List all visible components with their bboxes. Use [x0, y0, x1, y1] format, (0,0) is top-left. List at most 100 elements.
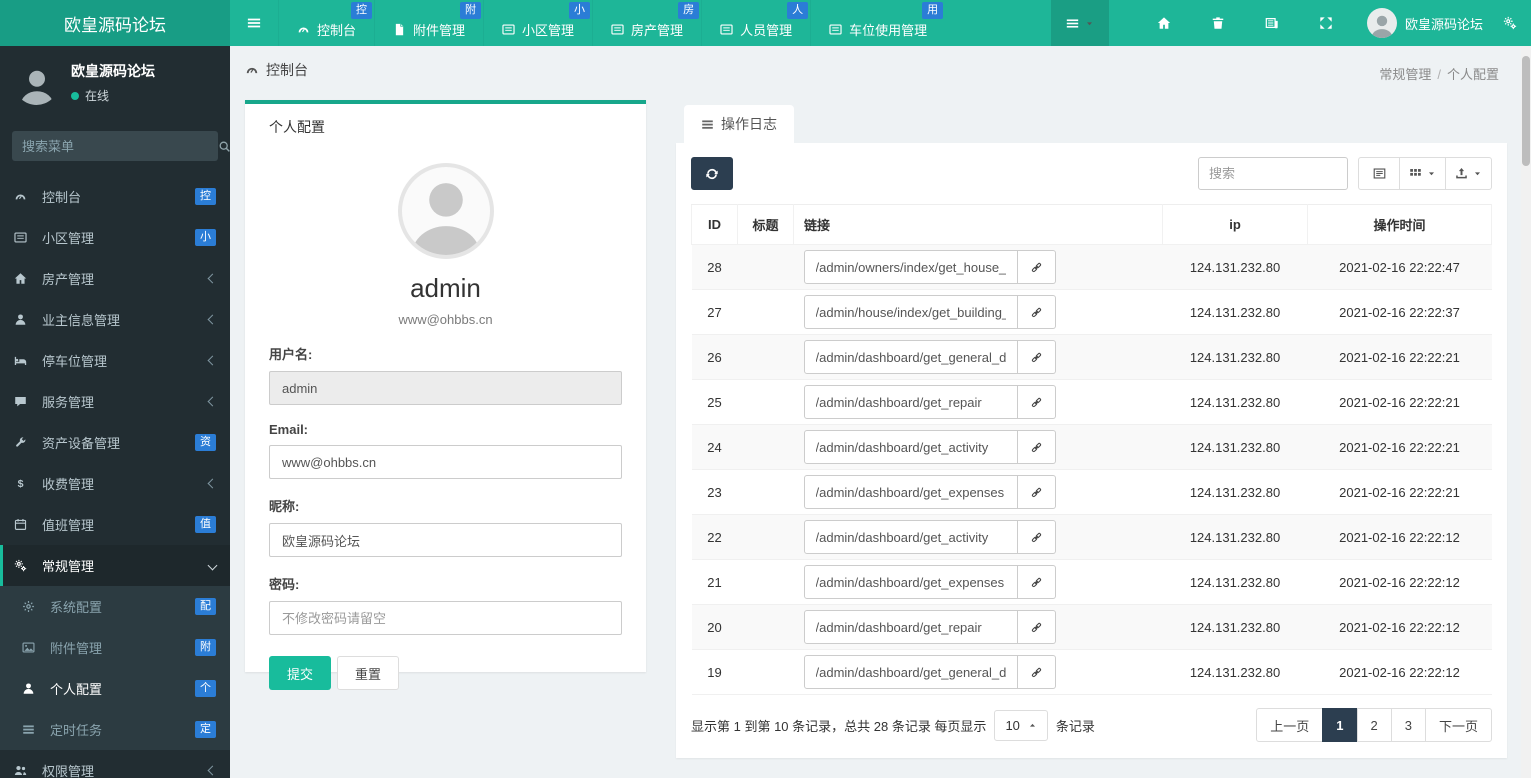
sidebar-collapse-toggle[interactable] — [230, 0, 278, 46]
topnav-badge: 用 — [922, 2, 944, 19]
next-page-button[interactable]: 下一页 — [1424, 708, 1492, 742]
table-row[interactable]: 25 124.131.232.802021-02-16 22:22:21 — [691, 379, 1492, 425]
tab-operation-log[interactable]: 操作日志 — [684, 105, 794, 143]
refresh-button[interactable] — [691, 157, 733, 190]
topnav-item-parking-usage[interactable]: 车位使用管理 用 — [810, 0, 945, 46]
url-input[interactable] — [803, 340, 1018, 374]
sidebar-item-owner-info[interactable]: 业主信息管理 — [0, 299, 230, 340]
sidebar-item-attachments[interactable]: 附件管理 附 — [0, 627, 230, 668]
url-input[interactable] — [803, 430, 1018, 464]
export-button[interactable] — [1445, 157, 1492, 190]
clear-cache-button[interactable] — [1191, 0, 1245, 46]
table-row[interactable]: 28 124.131.232.802021-02-16 22:22:47 — [691, 244, 1492, 290]
list-icon — [611, 23, 624, 36]
open-link-button[interactable] — [1017, 610, 1056, 644]
nav-list-dropdown[interactable] — [1050, 0, 1109, 46]
chevron-left-icon — [207, 355, 218, 366]
check-update-button[interactable] — [1245, 0, 1299, 46]
caret-down-icon — [1427, 169, 1436, 178]
gear-icon — [22, 600, 44, 613]
sidebar-item-duty[interactable]: 值班管理 值 — [0, 504, 230, 545]
open-link-button[interactable] — [1017, 430, 1056, 464]
prev-page-button[interactable]: 上一页 — [1256, 708, 1324, 742]
url-input[interactable] — [803, 655, 1018, 689]
page-button-1[interactable]: 1 — [1322, 708, 1358, 742]
columns-button[interactable] — [1399, 157, 1446, 190]
vertical-scrollbar[interactable] — [1521, 46, 1531, 778]
table-row[interactable]: 24 124.131.232.802021-02-16 22:22:21 — [691, 424, 1492, 470]
url-input[interactable] — [803, 385, 1018, 419]
sidebar-item-service[interactable]: 服务管理 — [0, 381, 230, 422]
menu-search-input[interactable] — [12, 138, 208, 154]
topnav-item-dashboard[interactable]: 控制台 控 — [278, 0, 374, 46]
table-row[interactable]: 20 124.131.232.802021-02-16 22:22:12 — [691, 604, 1492, 650]
toggle-view-button[interactable] — [1358, 157, 1400, 190]
table-search-input[interactable] — [1198, 157, 1348, 190]
topnav-label: 控制台 — [317, 22, 357, 38]
col-header-title[interactable]: 标题 — [737, 204, 794, 245]
topnav-item-house[interactable]: 房产管理 房 — [592, 0, 701, 46]
password-field[interactable] — [269, 601, 622, 635]
open-link-button[interactable] — [1017, 295, 1056, 329]
sidebar-item-fees[interactable]: $ 收费管理 — [0, 463, 230, 504]
url-input[interactable] — [803, 250, 1018, 284]
sidebar-item-general[interactable]: 常规管理 — [0, 545, 230, 586]
col-header-ip[interactable]: ip — [1162, 204, 1308, 245]
brand-logo[interactable]: 欧皇源码论坛 — [0, 0, 230, 46]
link-icon — [1030, 261, 1043, 274]
settings-button[interactable] — [1497, 0, 1531, 46]
sidebar-item-house[interactable]: 房产管理 — [0, 258, 230, 299]
col-header-url[interactable]: 链接 — [793, 204, 1163, 245]
table-row[interactable]: 22 124.131.232.802021-02-16 22:22:12 — [691, 514, 1492, 560]
profile-avatar[interactable] — [397, 163, 494, 259]
search-icon[interactable] — [208, 140, 241, 153]
url-input[interactable] — [803, 295, 1018, 329]
user-menu[interactable]: 欧皇源码论坛 — [1353, 0, 1497, 46]
sidebar-item-cron[interactable]: 定时任务 定 — [0, 709, 230, 750]
reset-button[interactable]: 重置 — [337, 656, 400, 690]
scrollbar-thumb[interactable] — [1522, 56, 1530, 166]
caret-down-icon — [1473, 169, 1482, 178]
open-link-button[interactable] — [1017, 565, 1056, 599]
open-link-button[interactable] — [1017, 475, 1056, 509]
home-button[interactable] — [1137, 0, 1191, 46]
page-button-2[interactable]: 2 — [1356, 708, 1392, 742]
avatar — [14, 60, 59, 105]
menu-badge: 配 — [195, 598, 216, 615]
sidebar-item-personal-config[interactable]: 个人配置 个 — [0, 668, 230, 709]
table-row[interactable]: 23 124.131.232.802021-02-16 22:22:21 — [691, 469, 1492, 515]
topnav-item-personnel[interactable]: 人员管理 人 — [701, 0, 810, 46]
email-field[interactable] — [269, 445, 622, 479]
sidebar-item-permissions[interactable]: 权限管理 — [0, 750, 230, 778]
sidebar-item-system-config[interactable]: 系统配置 配 — [0, 586, 230, 627]
caret-down-icon — [1085, 19, 1094, 28]
page-size-select[interactable]: 10 — [994, 709, 1048, 741]
table-row[interactable]: 21 124.131.232.802021-02-16 22:22:12 — [691, 559, 1492, 605]
open-link-button[interactable] — [1017, 655, 1056, 689]
url-input[interactable] — [803, 520, 1018, 554]
col-header-time[interactable]: 操作时间 — [1307, 204, 1492, 245]
topnav-item-community[interactable]: 小区管理 小 — [483, 0, 592, 46]
url-input[interactable] — [803, 565, 1018, 599]
table-row[interactable]: 26 124.131.232.802021-02-16 22:22:21 — [691, 334, 1492, 380]
submit-button[interactable]: 提交 — [269, 656, 332, 690]
sidebar-item-assets[interactable]: 资产设备管理 资 — [0, 422, 230, 463]
url-input[interactable] — [803, 475, 1018, 509]
sidebar-item-dashboard[interactable]: 控制台 控 — [0, 176, 230, 217]
table-row[interactable]: 27 124.131.232.802021-02-16 22:22:37 — [691, 289, 1492, 335]
sidebar-item-parking[interactable]: 停车位管理 — [0, 340, 230, 381]
breadcrumb-parent[interactable]: 常规管理 — [1379, 67, 1431, 82]
table-row[interactable]: 19 124.131.232.802021-02-16 22:22:12 — [691, 649, 1492, 695]
topnav-item-attachments[interactable]: 附件管理 附 — [374, 0, 483, 46]
sidebar-profile[interactable]: 欧皇源码论坛 在线 — [0, 46, 230, 117]
nickname-field[interactable] — [269, 523, 622, 557]
open-link-button[interactable] — [1017, 385, 1056, 419]
open-link-button[interactable] — [1017, 250, 1056, 284]
open-link-button[interactable] — [1017, 340, 1056, 374]
fullscreen-button[interactable] — [1299, 0, 1353, 46]
page-button-3[interactable]: 3 — [1390, 708, 1426, 742]
url-input[interactable] — [803, 610, 1018, 644]
open-link-button[interactable] — [1017, 520, 1056, 554]
col-header-id[interactable]: ID — [691, 204, 738, 245]
sidebar-item-community[interactable]: 小区管理 小 — [0, 217, 230, 258]
